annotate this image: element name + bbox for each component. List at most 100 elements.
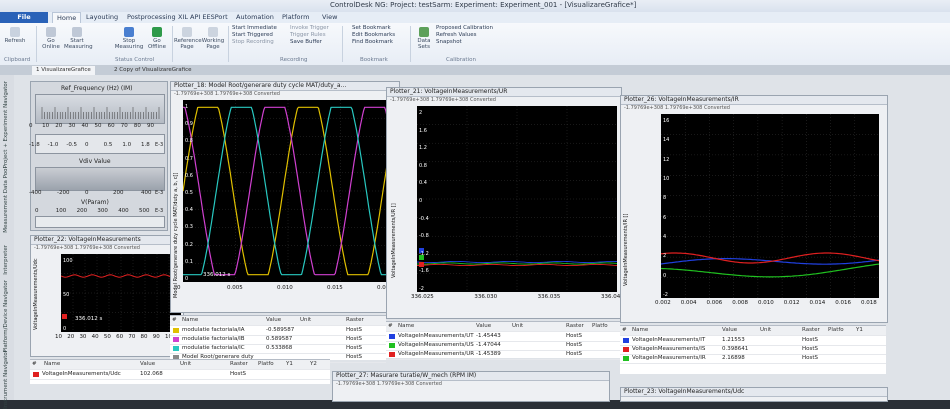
- tick-label: 336.025: [411, 294, 434, 300]
- y-tick-label: 0.6: [185, 172, 193, 179]
- tab-file[interactable]: File: [0, 12, 48, 23]
- col-raster: Raster: [230, 361, 248, 367]
- y-tick-label: 0.3: [185, 224, 193, 231]
- tick-label: 0.018: [861, 300, 877, 306]
- tab-platform[interactable]: Platform: [282, 13, 309, 21]
- doc-tab-1[interactable]: 1 VisualizareGrafice: [32, 66, 95, 75]
- tab-view[interactable]: View: [322, 13, 337, 21]
- cell-raster: HostS: [346, 354, 363, 360]
- plotter-22-plot[interactable]: 336.012 s 100 50 0: [60, 254, 182, 332]
- col-index: #: [172, 317, 177, 323]
- plotter-18-canvas: [182, 100, 394, 282]
- vpar-gauge[interactable]: [35, 216, 165, 228]
- freq-gauge[interactable]: [35, 94, 165, 124]
- tick-label: 300: [97, 208, 108, 214]
- trigger-rules-button[interactable]: Trigger Rules: [290, 32, 329, 39]
- stop-recording-button[interactable]: Stop Recording: [232, 39, 277, 46]
- working-page-button[interactable]: Working Page: [200, 27, 226, 50]
- start-measuring-button[interactable]: Start Measuring: [64, 27, 93, 50]
- plotter-26-plot[interactable]: 16 14 12 10 8 6 4 2 0 -2: [660, 114, 880, 298]
- y-tick-label: 1: [185, 104, 189, 110]
- tick-label: 0: [29, 123, 33, 129]
- nav-measurement-data-pool[interactable]: Measurement Data Pool: [3, 167, 9, 233]
- plotter-21-plot[interactable]: 2 1.6 1.2 0.8 0.4 0 -0.4 -0.8 -1.2 -1.6 -2: [416, 106, 618, 292]
- tick-label: 60: [107, 123, 115, 129]
- data-sets-icon: [419, 27, 429, 37]
- cell-value: 0.533868: [266, 345, 293, 351]
- series-color-swatch: [389, 343, 395, 348]
- cell-raster: HostS: [346, 336, 363, 342]
- cell-name: VoltageInMeasurements/UT: [398, 333, 474, 339]
- nav-project-experiment[interactable]: Project + Experiment Navigator: [3, 81, 9, 168]
- cell-value: -1.45389: [476, 351, 501, 357]
- tick-label: 0: [35, 208, 39, 214]
- tab-xil-api[interactable]: XIL API EESPort: [178, 13, 228, 21]
- reference-page-button[interactable]: Reference Page: [174, 27, 202, 50]
- tick-label: 0.004: [680, 300, 697, 306]
- stop-measuring-button[interactable]: Stop Measuring: [114, 27, 144, 50]
- tick-label: 40: [91, 334, 99, 340]
- tick-label: -200: [57, 190, 70, 196]
- tick-label: 0.012: [783, 300, 800, 306]
- plotter-18-range: -1.79769e+308 1.79769e+308 Converted: [174, 91, 280, 97]
- bookmark-list: Set Bookmark Edit Bookmarks Find Bookmar…: [352, 25, 395, 46]
- ribbon-separator: [410, 26, 411, 62]
- nav-instrument[interactable]: Instrument Navigator: [3, 350, 9, 409]
- save-buffer-button[interactable]: Save Buffer: [290, 39, 329, 46]
- plotter-21-table: # Name Value Unit Raster Platfo VoltageI…: [386, 321, 620, 360]
- col-raster: Raster: [802, 327, 820, 333]
- col-value: Value: [476, 323, 492, 329]
- ribbon-tab-bar: File Home Layouting Postprocessing XIL A…: [0, 12, 950, 24]
- go-offline-button[interactable]: Go Offline: [144, 27, 170, 50]
- tick-label: 10: [55, 334, 62, 340]
- find-bookmark-button[interactable]: Find Bookmark: [352, 39, 395, 46]
- cell-raster: HostS: [566, 351, 583, 357]
- refresh-values-button[interactable]: Refresh Values: [436, 32, 493, 39]
- col-value: Value: [722, 327, 738, 333]
- doc-tab-2[interactable]: 2 Copy of VisualizareGrafice: [110, 66, 196, 75]
- cell-name: VoltageInMeasurements/IR: [632, 355, 706, 361]
- y-tick-label: 100: [63, 258, 73, 264]
- left-navigator-strip: Project + Experiment Navigator Measureme…: [0, 75, 15, 409]
- table-row[interactable]: VoltageInMeasurements/IR 2.16898 HostS: [620, 354, 886, 364]
- y-tick-label: 1.6: [419, 127, 427, 134]
- tick-label: 400: [141, 190, 152, 196]
- table-row[interactable]: VoltageInMeasurements/UR -1.45389 HostS: [386, 350, 620, 360]
- series-marker: [419, 262, 424, 267]
- cell-raster: HostS: [566, 342, 583, 348]
- plotter-26-x-ticks: 0.002 0.004 0.006 0.008 0.010 0.012 0.014 0.016…: [655, 300, 879, 308]
- proposed-calibration-button[interactable]: Proposed Calibration: [436, 25, 493, 32]
- plotter-26-table-header: # Name Value Unit Raster Platfo Y1: [620, 326, 886, 336]
- set-bookmark-button[interactable]: Set Bookmark: [352, 25, 395, 32]
- invoke-trigger-button[interactable]: Invoke Trigger: [290, 25, 329, 32]
- col-raster: Raster: [566, 323, 584, 329]
- data-sets-button[interactable]: Data Sets: [414, 27, 434, 50]
- freq-gauge-scale: [41, 107, 160, 119]
- cell-raster: HostS: [802, 337, 819, 343]
- cell-name: modulatie factoriala/IB: [182, 336, 245, 342]
- snapshot-button[interactable]: Snapshot: [436, 39, 493, 46]
- nav-platform-device[interactable]: Platform/Device Navigator: [3, 280, 9, 353]
- go-online-button[interactable]: Go Online: [40, 27, 62, 50]
- refresh-button[interactable]: Refresh: [2, 27, 28, 44]
- vdiv-gauge[interactable]: [35, 167, 165, 191]
- tab-postprocessing[interactable]: Postprocessing: [127, 13, 176, 21]
- tick-label: 200: [113, 190, 124, 196]
- plotter-18-plot[interactable]: 336.012 s 1 0.9 0.8 0.7 0.6 0.5 0.4 0.3 0.2 0.1 0: [182, 100, 394, 282]
- start-triggered-button[interactable]: Start Triggered: [232, 32, 277, 39]
- nav-interpreter[interactable]: Interpreter: [3, 245, 9, 275]
- y-tick-label: 0.5: [185, 190, 193, 196]
- y-tick-label: 4: [663, 234, 667, 240]
- group-clipboard-label: Clipboard: [4, 57, 31, 63]
- tab-automation[interactable]: Automation: [236, 13, 274, 21]
- y-tick-label: 0.1: [185, 258, 193, 265]
- edit-bookmarks-button[interactable]: Edit Bookmarks: [352, 32, 395, 39]
- table-row[interactable]: VoltageInMeasurements/Udc 102.068 HostS: [30, 370, 330, 380]
- col-index: #: [388, 323, 393, 329]
- tick-label: 20: [55, 123, 63, 129]
- col-value: Value: [140, 361, 156, 367]
- cell-value: 1.21553: [722, 337, 745, 343]
- start-immediate-button[interactable]: Start Immediate: [232, 25, 277, 32]
- y-tick-label: 6: [663, 214, 667, 221]
- tab-layouting[interactable]: Layouting: [86, 13, 118, 21]
